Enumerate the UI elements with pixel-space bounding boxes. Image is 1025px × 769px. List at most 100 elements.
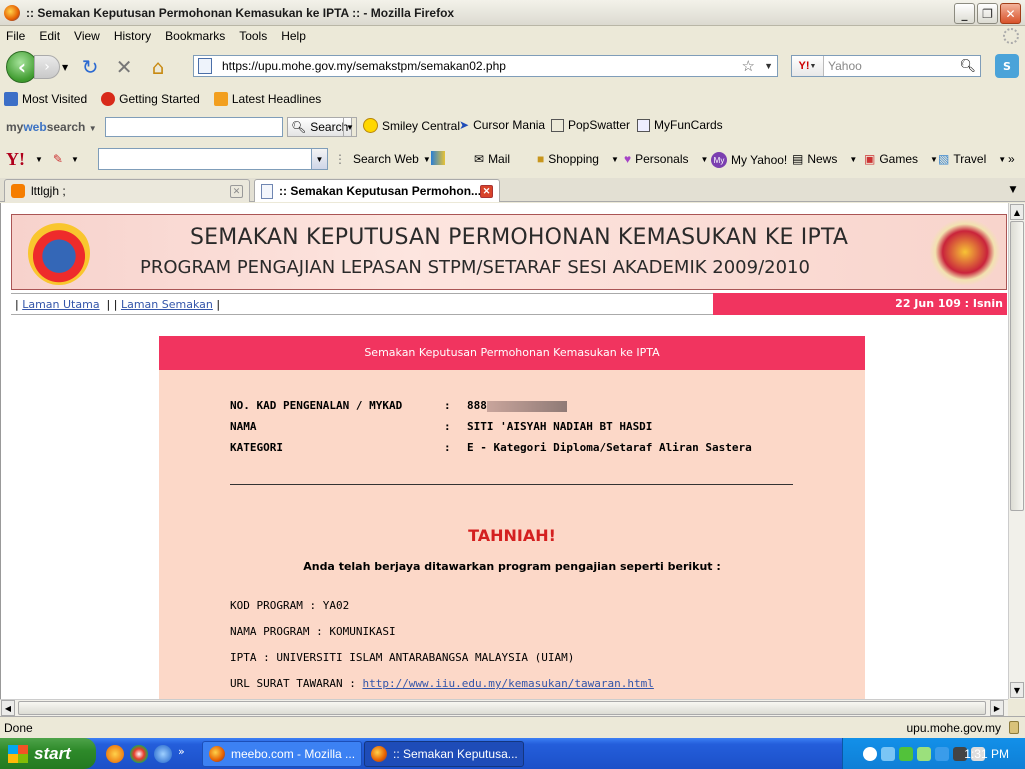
- menu-edit[interactable]: Edit: [39, 29, 60, 43]
- signal-icon[interactable]: [917, 746, 931, 761]
- task-label: :: Semakan Keputusa...: [393, 747, 518, 761]
- horizontal-scroll-thumb[interactable]: [18, 701, 986, 715]
- menu-bookmarks[interactable]: Bookmarks: [165, 29, 225, 43]
- pencil-icon[interactable]: ✎: [53, 152, 63, 166]
- window-controls: _ ❐ ✕: [954, 3, 1021, 24]
- url-bar[interactable]: https://upu.mohe.gov.my/semakstpm/semaka…: [193, 55, 778, 77]
- minimize-button[interactable]: _: [954, 3, 975, 24]
- menu-help[interactable]: Help: [281, 29, 306, 43]
- search-placeholder[interactable]: Yahoo: [828, 59, 862, 73]
- close-window-button[interactable]: ✕: [1000, 3, 1021, 24]
- vertical-scrollbar[interactable]: ▲ ▼: [1008, 203, 1025, 699]
- ipta-logo: [28, 221, 90, 285]
- forward-button[interactable]: ›: [34, 55, 60, 79]
- chrome-quicklaunch-icon[interactable]: [130, 744, 148, 763]
- mywebsearch-toolbar: mywebsearch ▼ 🔍︎ Search ▼ Smiley Central …: [0, 114, 1025, 140]
- toolbar-overflow-chevron[interactable]: »: [1008, 152, 1015, 166]
- vertical-scroll-thumb[interactable]: [1010, 221, 1024, 511]
- quick-launch: »: [106, 744, 196, 763]
- url-text[interactable]: https://upu.mohe.gov.my/semakstpm/semaka…: [222, 59, 506, 73]
- menu-view[interactable]: View: [74, 29, 100, 43]
- menu-history[interactable]: History: [114, 29, 151, 43]
- tray-expand-icon[interactable]: [863, 746, 877, 761]
- ie-quicklaunch-icon[interactable]: [154, 744, 172, 763]
- scroll-down-arrow[interactable]: ▼: [1010, 682, 1024, 698]
- network-icon[interactable]: [881, 746, 895, 761]
- yahoo-travel-link[interactable]: ▧ Travel ▼: [938, 152, 1006, 166]
- home-icon[interactable]: ⌂: [144, 53, 172, 81]
- yahoo-search-input[interactable]: ▼: [98, 148, 328, 170]
- smiley-central-link[interactable]: Smiley Central: [363, 118, 460, 133]
- close-tab-icon[interactable]: ✕: [230, 184, 243, 198]
- scroll-right-arrow[interactable]: ▶: [990, 700, 1004, 716]
- close-tab-icon[interactable]: ✕: [480, 184, 493, 198]
- search-box[interactable]: Y! ▼ Yahoo 🔍︎: [791, 55, 981, 77]
- chevron-down-icon[interactable]: ▼: [311, 149, 327, 169]
- logo-part: my: [6, 120, 24, 134]
- yahoo-mail-link[interactable]: ✉ Mail: [474, 152, 510, 166]
- task-meebo[interactable]: meebo.com - Mozilla ...: [202, 741, 362, 767]
- news-icon: ▤: [792, 152, 804, 166]
- page-icon: [198, 58, 212, 74]
- page-nav-links: | Laman Utama | | Laman Semakan |: [15, 297, 221, 311]
- horizontal-scrollbar[interactable]: ◀ ▶: [0, 699, 1008, 716]
- mywebsearch-dropdown[interactable]: ▼: [343, 117, 357, 137]
- bookmark-most-visited[interactable]: Most Visited: [4, 92, 87, 106]
- yahoo-menu-dropdown[interactable]: ▼: [35, 155, 43, 164]
- yahoo-logo[interactable]: Y!: [6, 149, 25, 170]
- clock[interactable]: 1:31 PM: [964, 747, 1009, 761]
- yahoo-personals-link[interactable]: ♥ Personals ▼: [624, 152, 708, 166]
- search-web-button[interactable]: Search Web ▼: [353, 152, 431, 166]
- tab-lttlgjh[interactable]: lttlgjh ; ✕: [4, 179, 250, 202]
- antivirus-icon[interactable]: [899, 746, 913, 761]
- yahoo-news-link[interactable]: ▤ News ▼: [792, 152, 857, 166]
- cursor-mania-link[interactable]: ➤ Cursor Mania: [459, 118, 545, 132]
- firefox-quicklaunch-icon[interactable]: [106, 744, 124, 763]
- yahoo-games-link[interactable]: ▣ Games ▼: [864, 152, 938, 166]
- shield-icon[interactable]: [431, 151, 445, 165]
- logo-part: search: [46, 120, 86, 134]
- yahoo-shopping-link[interactable]: ■ Shopping ▼: [537, 152, 619, 166]
- toolbar-item-label: PopSwatter: [568, 118, 631, 132]
- skype-icon[interactable]: S: [995, 54, 1019, 78]
- menu-file[interactable]: File: [6, 29, 25, 43]
- search-engine-button[interactable]: Y! ▼: [792, 56, 824, 76]
- my-yahoo-link[interactable]: My My Yahoo!: [711, 152, 787, 168]
- bookmark-getting-started[interactable]: Getting Started: [101, 92, 200, 106]
- field-separator: :: [444, 420, 451, 433]
- menu-tools[interactable]: Tools: [239, 29, 267, 43]
- stop-icon[interactable]: ✕: [110, 53, 138, 81]
- bluetooth-icon[interactable]: [935, 746, 949, 761]
- star-icon[interactable]: ☆: [742, 57, 755, 75]
- laman-semakan-link[interactable]: Laman Semakan: [121, 298, 213, 311]
- popswatter-link[interactable]: PopSwatter: [551, 118, 630, 132]
- mywebsearch-input[interactable]: [105, 117, 283, 137]
- restore-button[interactable]: ❐: [977, 3, 998, 24]
- status-text: Done: [4, 720, 33, 735]
- scroll-up-arrow[interactable]: ▲: [1010, 204, 1024, 220]
- quicklaunch-overflow-chevron[interactable]: »: [178, 745, 196, 763]
- scroll-left-arrow[interactable]: ◀: [1, 700, 15, 716]
- mywebsearch-logo[interactable]: mywebsearch ▼: [6, 120, 97, 134]
- toolbar-item-label: My Yahoo!: [731, 153, 788, 167]
- tab-semakan[interactable]: :: Semakan Keputusan Permohon... ✕: [254, 179, 500, 202]
- laman-utama-link[interactable]: Laman Utama: [22, 298, 99, 311]
- kod-program: KOD PROGRAM : YA02: [230, 599, 350, 612]
- reload-icon[interactable]: ↻: [76, 53, 104, 81]
- history-dropdown-icon[interactable]: ▼: [62, 63, 68, 72]
- pencil-dropdown[interactable]: ▼: [71, 155, 79, 164]
- start-button[interactable]: start: [0, 738, 96, 769]
- lock-icon[interactable]: [1009, 721, 1019, 734]
- task-semakan[interactable]: :: Semakan Keputusa...: [364, 741, 524, 767]
- title-bar: :: Semakan Keputusan Permohonan Kemasuka…: [0, 0, 1025, 26]
- toolbar-item-label: Cursor Mania: [473, 118, 546, 132]
- blogger-icon: [11, 184, 25, 198]
- myfuncards-link[interactable]: MyFunCards: [637, 118, 723, 132]
- url-dropdown-icon[interactable]: ▼: [764, 61, 773, 71]
- list-all-tabs-icon[interactable]: ▼: [1005, 182, 1021, 198]
- bookmark-latest-headlines[interactable]: Latest Headlines: [213, 92, 321, 106]
- result-box: Semakan Keputusan Permohonan Kemasukan k…: [159, 336, 865, 699]
- offer-letter-link[interactable]: http://www.iiu.edu.my/kemasukan/tawaran.…: [362, 677, 653, 690]
- search-icon[interactable]: 🔍︎: [959, 58, 976, 74]
- search-web-label: Search Web: [353, 152, 419, 166]
